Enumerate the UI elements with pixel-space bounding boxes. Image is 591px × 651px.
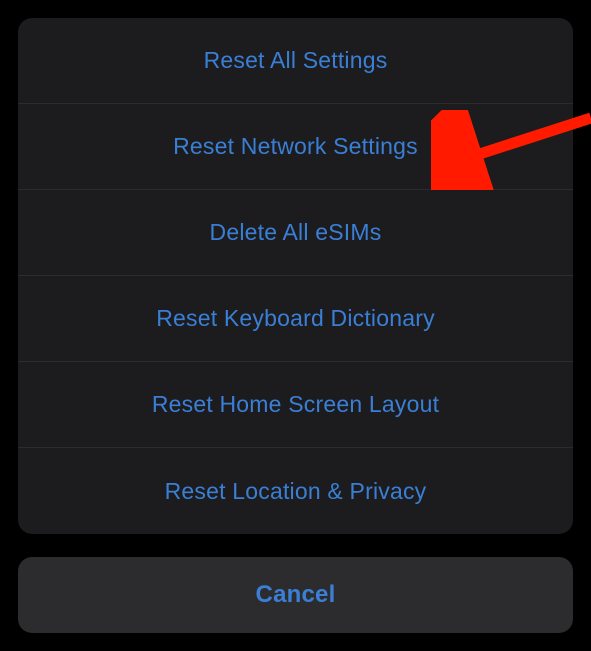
reset-keyboard-dictionary-option[interactable]: Reset Keyboard Dictionary (18, 276, 573, 362)
option-label: Reset Keyboard Dictionary (156, 305, 435, 332)
reset-all-settings-option[interactable]: Reset All Settings (18, 18, 573, 104)
delete-all-esims-option[interactable]: Delete All eSIMs (18, 190, 573, 276)
cancel-button[interactable]: Cancel (18, 557, 573, 633)
option-label: Delete All eSIMs (210, 219, 382, 246)
option-label: Reset Home Screen Layout (152, 391, 439, 418)
option-label: Reset Location & Privacy (165, 478, 427, 505)
reset-home-screen-layout-option[interactable]: Reset Home Screen Layout (18, 362, 573, 448)
reset-location-privacy-option[interactable]: Reset Location & Privacy (18, 448, 573, 534)
option-label: Reset Network Settings (173, 133, 418, 160)
option-label: Reset All Settings (204, 47, 388, 74)
cancel-label: Cancel (256, 581, 336, 609)
reset-network-settings-option[interactable]: Reset Network Settings (18, 104, 573, 190)
action-sheet: Reset All Settings Reset Network Setting… (18, 18, 573, 534)
